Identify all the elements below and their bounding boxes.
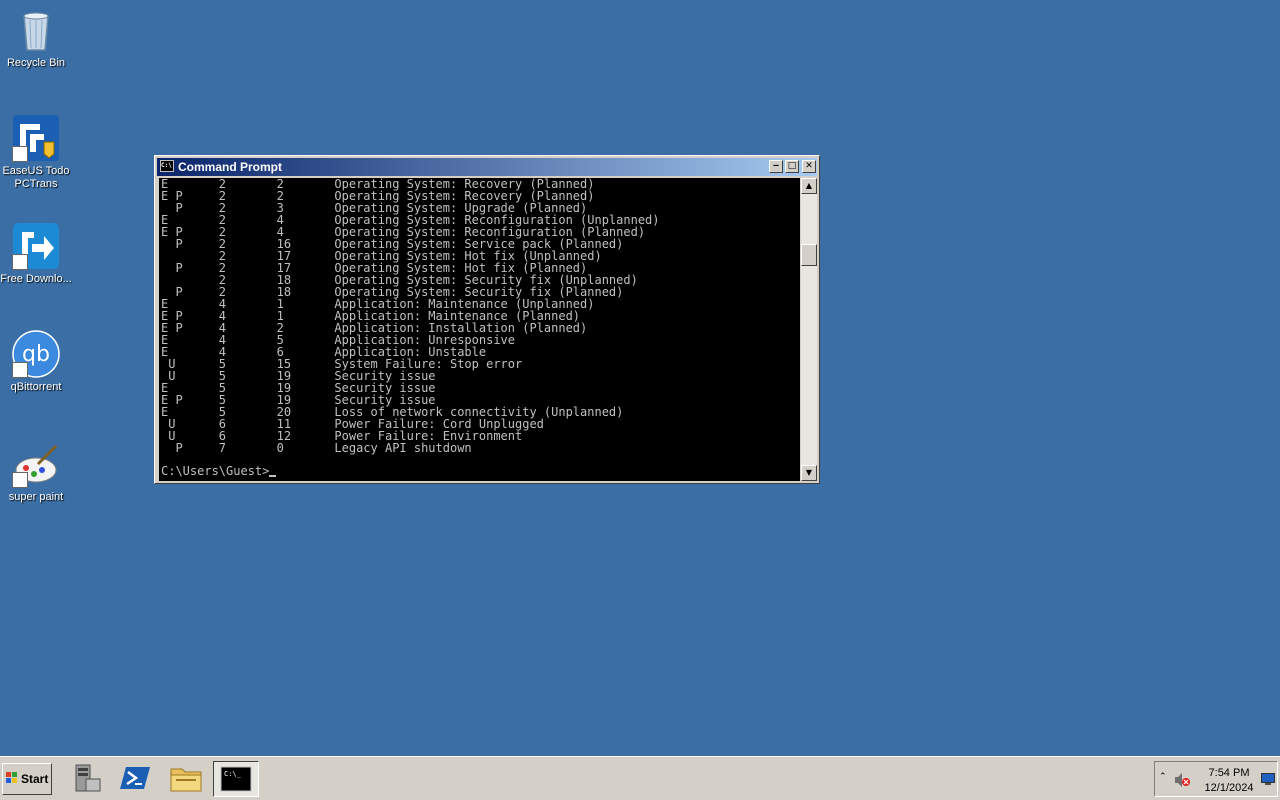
server-manager-icon [75,764,101,792]
free-download-icon [12,222,60,270]
taskbar-app-file-explorer[interactable] [168,761,208,797]
scroll-up-button[interactable]: ▲ [801,178,817,194]
command-prompt-icon[interactable]: C:\ [160,160,174,172]
command-prompt-line[interactable]: C:\Users\Guest> [161,464,277,478]
minimize-button[interactable]: ‒ [769,160,783,173]
system-tray: ⌃ 7:54 PM 12/1/2024 [1154,761,1278,797]
taskbar-app-server-manager[interactable] [68,761,108,797]
desktop-icon-label: qBittorrent [10,381,62,393]
shortcut-arrow-icon [12,472,28,488]
shortcut-arrow-icon [12,254,28,270]
window-titlebar[interactable]: C:\ Command Prompt ‒ □ ✕ [157,158,817,176]
maximize-button[interactable]: □ [785,160,799,173]
windows-flag-icon [6,772,17,783]
svg-text:C:\_: C:\_ [224,770,242,778]
shortcut-arrow-icon [12,146,28,162]
scroll-down-button[interactable]: ▼ [801,465,817,481]
desktop-icon-qbittorrent[interactable]: qb qBittorrent [0,330,72,394]
file-explorer-icon [170,768,202,792]
show-hidden-icons-icon[interactable]: ⌃ [1159,772,1167,782]
scroll-thumb[interactable] [801,244,817,266]
desktop-icon-recycle-bin[interactable]: Recycle Bin [0,6,72,70]
close-button[interactable]: ✕ [802,160,816,173]
recycle-bin-icon [12,6,60,54]
clock-date[interactable]: 12/1/2024 [1201,782,1257,794]
console-line: P 7 0 Legacy API shutdown [175,441,472,455]
start-button[interactable]: Start [2,763,52,795]
taskbar-app-command-prompt[interactable]: C:\_ [213,761,259,797]
desktop-icon-free-download[interactable]: Free Downlo... [0,222,72,286]
qbittorrent-icon: qb [12,330,60,378]
super-paint-icon [12,440,60,488]
powershell-icon [120,767,150,789]
desktop-icon-label: EaseUS Todo PCTrans [2,165,70,190]
prompt-text: C:\Users\Guest> [161,464,270,478]
taskbar: Start C:\_ ⌃ 7:54 PM 12/1/2024 [0,756,1280,800]
taskbar-app-powershell[interactable] [118,761,158,797]
console-text: E 2 2 Operating System: Recovery (Planne… [159,178,800,454]
window-title: Command Prompt [178,160,283,174]
desktop-icon-label: Recycle Bin [6,57,66,69]
show-desktop-icon[interactable] [1261,773,1275,785]
text-cursor [269,475,277,477]
command-prompt-icon: C:\_ [220,766,252,792]
shortcut-arrow-icon [12,362,28,378]
clock-time[interactable]: 7:54 PM [1201,767,1257,779]
desktop-icon-easeus[interactable]: EaseUS Todo PCTrans [0,114,72,191]
vertical-scrollbar[interactable]: ▲ ▼ [801,178,817,481]
volume-muted-icon[interactable] [1173,772,1191,788]
desktop-icon-label: Free Downlo... [0,273,72,285]
start-label: Start [21,772,49,786]
desktop-icon-super-paint[interactable]: super paint [0,440,72,504]
command-prompt-window[interactable]: C:\ Command Prompt ‒ □ ✕ E 2 2 Operating… [154,155,820,484]
console-output[interactable]: E 2 2 Operating System: Recovery (Planne… [159,178,800,481]
easeus-icon [12,114,60,162]
desktop-icon-label: super paint [8,491,64,503]
